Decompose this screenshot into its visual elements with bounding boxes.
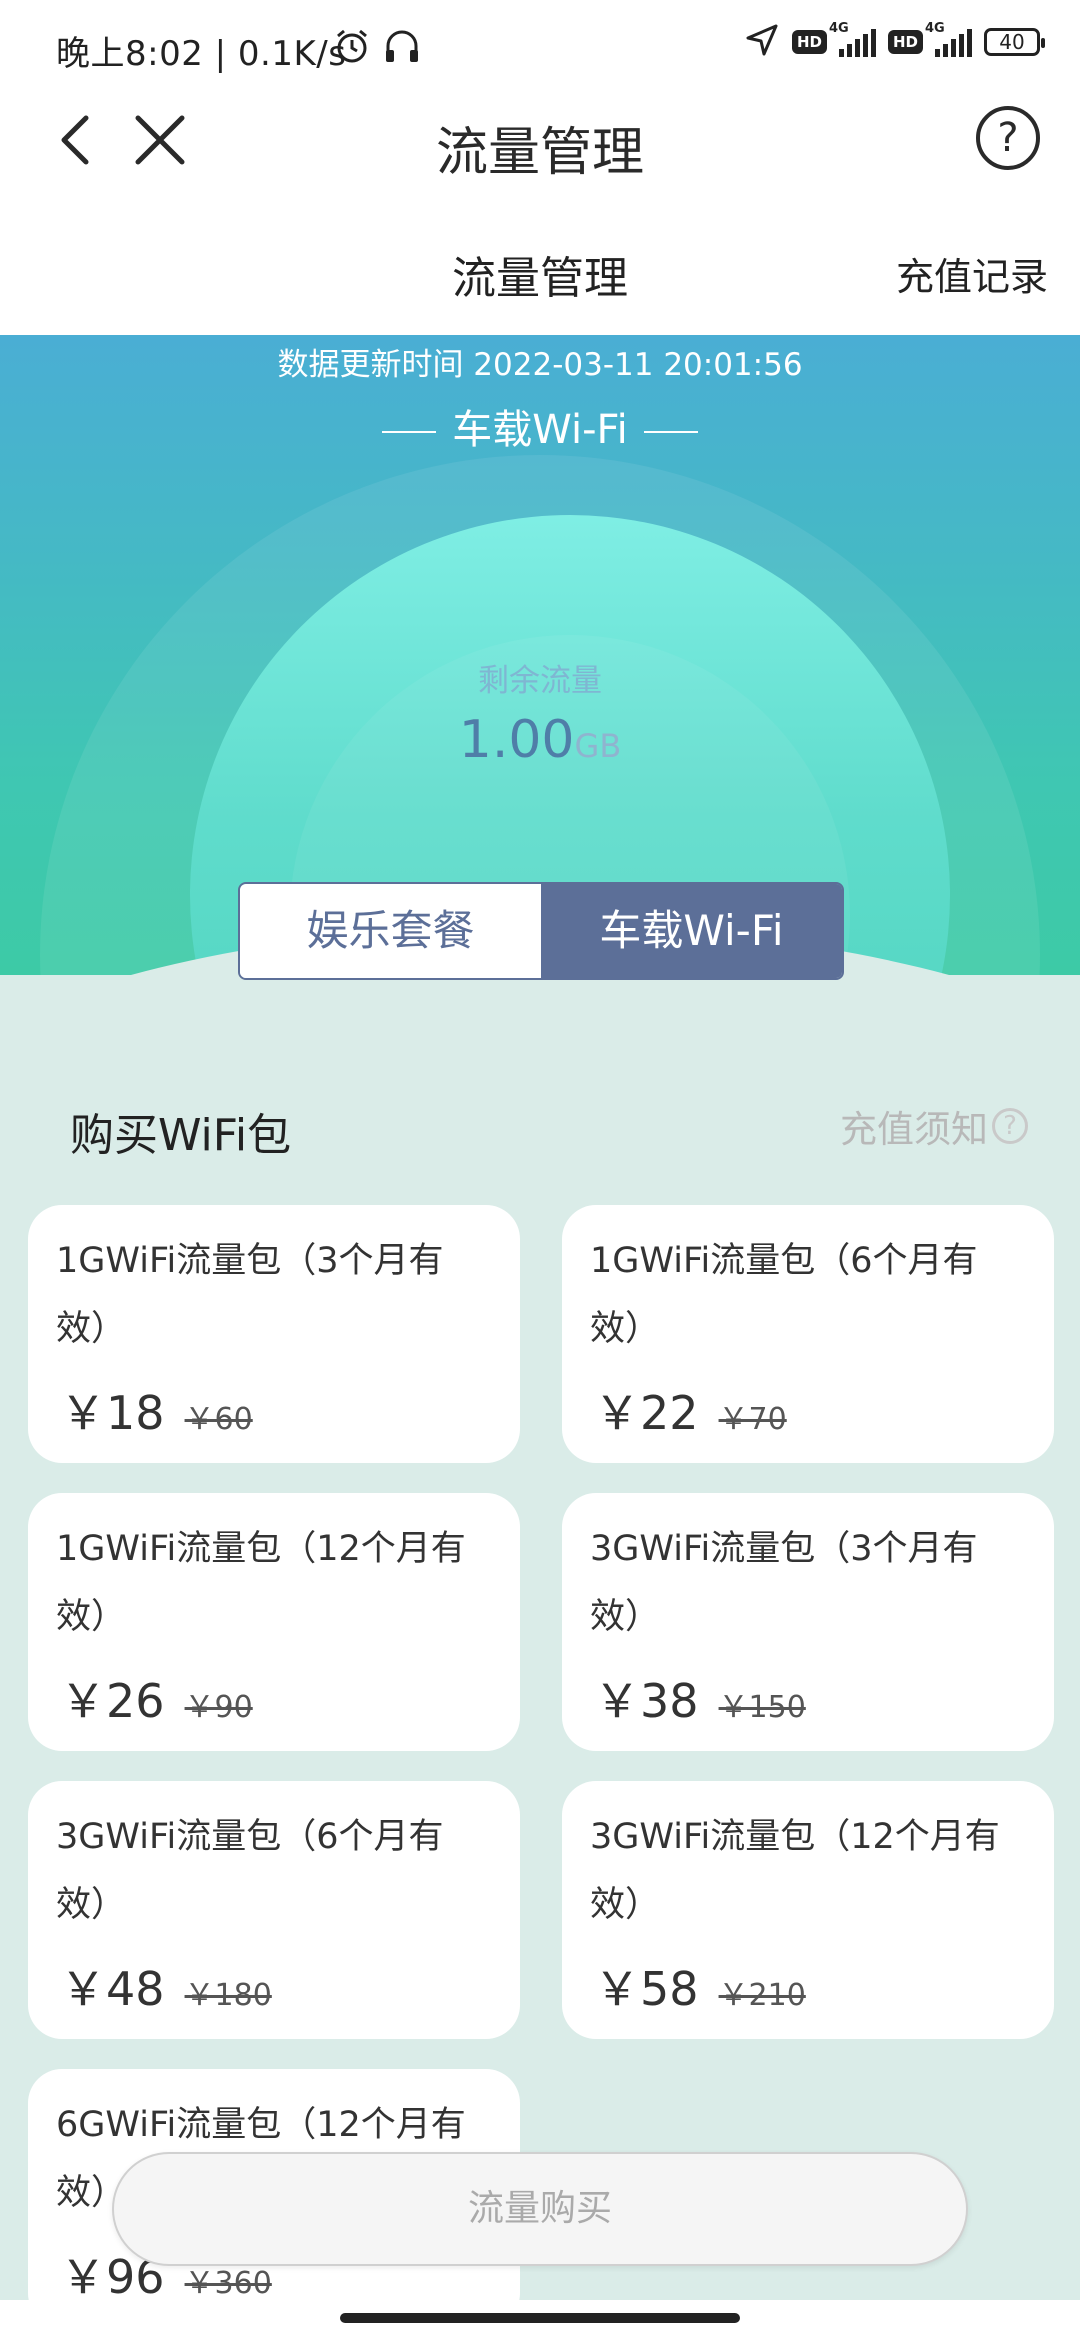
package-price: ￥18 — [60, 1386, 165, 1440]
battery-icon: 40 — [984, 28, 1045, 56]
device-title: 车载Wi-Fi — [0, 397, 1080, 455]
status-time: 晚上8:02 | 0.1K/s — [56, 34, 347, 74]
package-price: ￥22 — [594, 1386, 699, 1440]
section-title: 购买WiFi包 — [70, 1110, 292, 1161]
recharge-notice-link[interactable]: 充值须知 ? — [840, 1099, 1028, 1153]
package-card[interactable]: 1GWiFi流量包（12个月有效） ￥26 ￥90 — [28, 1493, 520, 1751]
package-card[interactable]: 3GWiFi流量包（3个月有效） ￥38 ￥150 — [562, 1493, 1054, 1751]
hd-badge: HD — [887, 30, 923, 54]
headphones-icon — [382, 26, 422, 70]
package-price: ￥58 — [594, 1962, 699, 2016]
package-original-price: ￥90 — [184, 1690, 253, 1725]
location-icon — [744, 22, 780, 62]
update-time: 数据更新时间 2022-03-11 20:01:56 — [277, 347, 803, 383]
package-original-price: ￥60 — [184, 1402, 253, 1437]
recharge-record-link[interactable]: 充值记录 — [896, 246, 1048, 301]
signal-icon: 4G — [925, 21, 972, 57]
home-indicator[interactable] — [340, 2313, 740, 2323]
package-section: 娱乐套餐 车载Wi-Fi 购买WiFi包 充值须知 ? 1GWiFi流量包（3个… — [0, 882, 1080, 2327]
alarm-icon — [332, 26, 372, 70]
help-icon: ? — [992, 1108, 1028, 1144]
hd-badge: HD — [791, 30, 827, 54]
package-price: ￥48 — [60, 1962, 165, 2016]
package-card[interactable]: 3GWiFi流量包（6个月有效） ￥48 ￥180 — [28, 1781, 520, 2039]
package-name: 1GWiFi流量包（3个月有效） — [56, 1241, 444, 1349]
buy-traffic-button[interactable]: 流量购买 — [112, 2152, 968, 2266]
tab-entertainment-package[interactable]: 娱乐套餐 — [240, 884, 541, 978]
battery-level: 40 — [999, 30, 1025, 54]
signal-icon: 4G — [829, 21, 876, 57]
page-title: 流量管理 — [435, 123, 644, 183]
status-bar: 晚上8:02 | 0.1K/s HD 4G HD 4G 40 — [0, 0, 1080, 90]
traffic-hero-banner[interactable]: 数据更新时间 2022-03-11 20:01:56 车载Wi-Fi 剩余流量 … — [0, 335, 1080, 975]
package-name: 3GWiFi流量包（12个月有效） — [590, 1817, 1000, 1925]
network-type: 4G — [925, 21, 945, 36]
package-card[interactable]: 1GWiFi流量包（6个月有效） ￥22 ￥70 — [562, 1205, 1054, 1463]
package-original-price: ￥210 — [718, 1978, 806, 2013]
help-icon[interactable]: ? — [976, 106, 1040, 170]
package-card[interactable]: 1GWiFi流量包（3个月有效） ￥18 ￥60 — [28, 1205, 520, 1463]
remaining-unit: GB — [574, 727, 622, 765]
package-price: ￥38 — [594, 1674, 699, 1728]
package-name: 3GWiFi流量包（6个月有效） — [56, 1817, 444, 1925]
remaining-traffic-label: 剩余流量 — [478, 663, 602, 699]
package-name: 3GWiFi流量包（3个月有效） — [590, 1529, 978, 1637]
nav-bar: 流量管理 ? — [0, 90, 1080, 200]
package-type-switch: 娱乐套餐 车载Wi-Fi — [238, 882, 844, 980]
device-title-text: 车载Wi-Fi — [452, 407, 628, 453]
remaining-amount: 1.00 — [458, 710, 575, 770]
tab-bar: 流量管理 充值记录 — [0, 220, 1080, 335]
package-price: ￥26 — [60, 1674, 165, 1728]
recharge-notice-label: 充值须知 — [840, 1108, 988, 1151]
package-name: 1GWiFi流量包（12个月有效） — [56, 1529, 466, 1637]
package-original-price: ￥180 — [184, 1978, 272, 2013]
network-type: 4G — [828, 21, 849, 36]
tab-car-wifi[interactable]: 车载Wi-Fi — [541, 884, 842, 978]
package-card[interactable]: 3GWiFi流量包（12个月有效） ￥58 ￥210 — [562, 1781, 1054, 2039]
package-original-price: ￥150 — [718, 1690, 806, 1725]
package-name: 1GWiFi流量包（6个月有效） — [590, 1241, 978, 1349]
remaining-traffic-value: 1.00GB — [0, 710, 1080, 770]
package-original-price: ￥70 — [718, 1402, 787, 1437]
status-icons: HD 4G HD 4G 40 — [744, 21, 1045, 62]
